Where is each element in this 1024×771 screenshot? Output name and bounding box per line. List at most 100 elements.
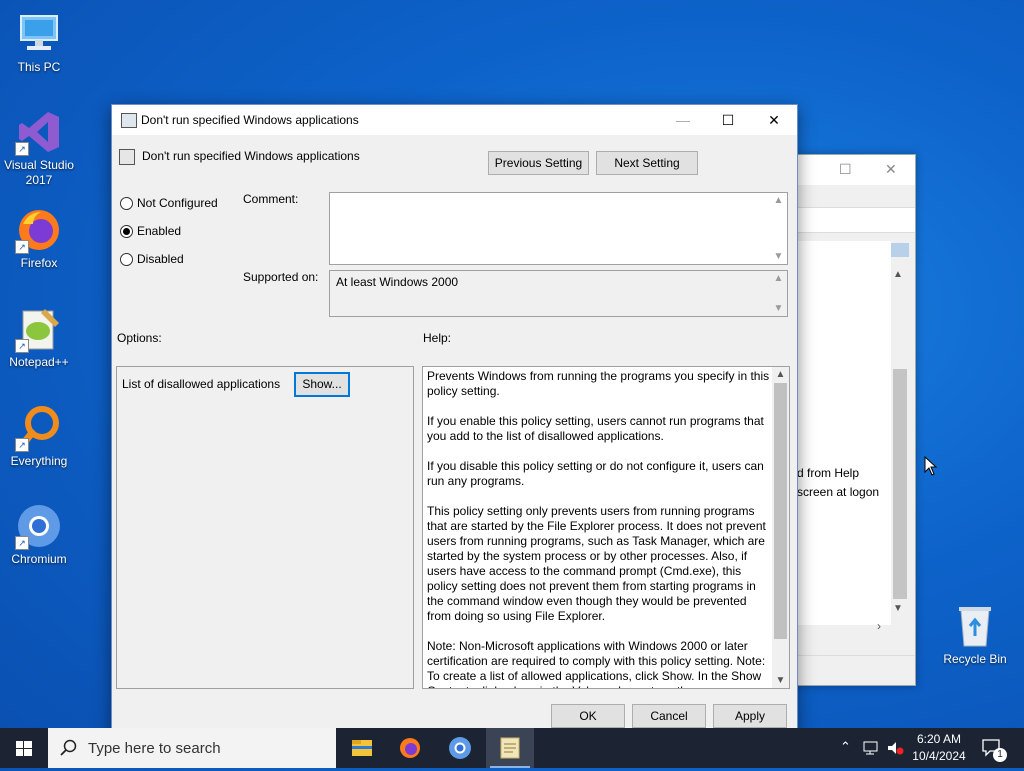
taskbar-chromium[interactable] bbox=[436, 728, 484, 768]
radio-circle[interactable] bbox=[120, 225, 133, 239]
chromium-icon: ↗ bbox=[15, 502, 63, 550]
shortcut-arrow-icon: ↗ bbox=[15, 339, 29, 353]
ok-button[interactable]: OK bbox=[551, 704, 625, 728]
volume-muted-icon[interactable] bbox=[886, 740, 906, 756]
desktop-icon-label: Everything bbox=[10, 454, 68, 468]
mouse-cursor-icon bbox=[924, 456, 938, 476]
system-tray: ⌃ bbox=[838, 728, 918, 768]
options-label: Options: bbox=[117, 331, 162, 345]
radio-disabled[interactable]: Disabled bbox=[120, 252, 184, 267]
firefox-icon bbox=[400, 738, 420, 758]
notification-center-button[interactable]: 1 bbox=[976, 728, 1016, 768]
maximize-button[interactable]: ☐ bbox=[705, 105, 751, 135]
policy-dialog[interactable]: Don't run specified Windows applications… bbox=[111, 104, 798, 742]
scroll-up-icon[interactable]: ▲ bbox=[770, 273, 787, 284]
chromium-icon bbox=[449, 737, 471, 759]
setting-header-title: Don't run specified Windows applications bbox=[142, 149, 360, 163]
supported-scrollbar[interactable]: ▲ ▼ bbox=[770, 271, 787, 316]
notepadpp-icon: ↗ bbox=[15, 305, 63, 353]
desktop-icon-firefox[interactable]: ↗ Firefox bbox=[1, 206, 77, 271]
clock-time: 6:20 AM bbox=[916, 732, 962, 746]
minimize-button[interactable]: — bbox=[660, 105, 706, 135]
desktop-icon-everything[interactable]: ↗ Everything bbox=[1, 404, 77, 469]
scroll-right-icon[interactable]: › bbox=[877, 619, 881, 633]
background-window-text-pane: d from Help screen at logon bbox=[797, 241, 891, 625]
everything-search-icon: ↗ bbox=[15, 404, 63, 452]
desktop-icon-label: Notepad++ bbox=[9, 355, 69, 369]
radio-circle[interactable] bbox=[120, 197, 133, 211]
chevron-up-icon[interactable]: ⌃ bbox=[840, 739, 851, 755]
shortcut-arrow-icon: ↗ bbox=[15, 438, 29, 452]
help-paragraph: If you enable this policy setting, users… bbox=[427, 414, 764, 443]
comment-label: Comment: bbox=[243, 192, 299, 206]
desktop-icon-visual-studio[interactable]: ↗ Visual Studio 2017 bbox=[1, 108, 77, 188]
scroll-down-icon[interactable]: ▼ bbox=[770, 251, 787, 262]
desktop-icon-recycle-bin[interactable]: Recycle Bin bbox=[937, 602, 1013, 667]
options-panel: List of disallowed applications Show... bbox=[116, 366, 414, 689]
notification-badge: 1 bbox=[993, 748, 1007, 762]
scroll-down-icon[interactable]: ▼ bbox=[772, 675, 789, 686]
desktop-icon-chromium[interactable]: ↗ Chromium bbox=[1, 502, 77, 567]
radio-label: Not Configured bbox=[137, 196, 218, 210]
background-window-toolbar bbox=[797, 207, 915, 233]
next-setting-button[interactable]: Next Setting bbox=[596, 151, 698, 175]
maximize-icon[interactable]: ☐ bbox=[839, 161, 852, 178]
help-scrollbar[interactable]: ▲ ▼ bbox=[772, 367, 789, 688]
desktop-icon-label: Firefox bbox=[20, 256, 58, 270]
dialog-title: Don't run specified Windows applications bbox=[141, 113, 359, 127]
radio-not-configured[interactable]: Not Configured bbox=[120, 196, 218, 211]
show-button[interactable]: Show... bbox=[294, 372, 350, 397]
background-window-scroll-thumb[interactable] bbox=[893, 369, 907, 599]
computer-icon bbox=[15, 10, 63, 58]
help-label: Help: bbox=[423, 331, 452, 345]
comment-field[interactable]: ▲ ▼ bbox=[329, 192, 788, 265]
desktop-icon-label: Visual Studio 2017 bbox=[4, 158, 74, 187]
background-window[interactable]: ☐ ✕ d from Help screen at logon ▲ ▼ › bbox=[796, 154, 916, 686]
background-window-statusbar bbox=[797, 655, 915, 682]
supported-on-field: At least Windows 2000 ▲ ▼ bbox=[329, 270, 788, 317]
help-paragraph: Note: Non-Microsoft applications with Wi… bbox=[427, 639, 766, 688]
close-button[interactable]: ✕ bbox=[751, 105, 797, 135]
close-icon[interactable]: ✕ bbox=[885, 161, 897, 178]
firefox-icon: ↗ bbox=[15, 206, 63, 254]
scroll-up-icon[interactable]: ▲ bbox=[772, 369, 789, 380]
background-window-text-line: d from Help bbox=[797, 466, 860, 480]
clock-date: 10/4/2024 bbox=[912, 749, 966, 763]
start-button[interactable] bbox=[0, 728, 48, 768]
file-explorer-icon bbox=[352, 740, 372, 756]
network-icon[interactable] bbox=[862, 740, 880, 756]
cancel-button[interactable]: Cancel bbox=[632, 704, 706, 728]
previous-setting-button[interactable]: Previous Setting bbox=[488, 151, 589, 175]
background-window-titlebar: ☐ ✕ bbox=[797, 155, 915, 185]
apply-button[interactable]: Apply bbox=[713, 704, 787, 728]
desktop-icon-label: Chromium bbox=[11, 552, 67, 566]
comment-scrollbar[interactable]: ▲ ▼ bbox=[770, 193, 787, 264]
scroll-down-icon[interactable]: ▼ bbox=[770, 303, 787, 314]
policy-setting-icon bbox=[121, 113, 137, 128]
windows-logo-icon bbox=[16, 741, 32, 756]
radio-circle[interactable] bbox=[120, 253, 133, 267]
taskbar-clock[interactable]: 6:20 AM 10/4/2024 bbox=[908, 728, 970, 768]
shortcut-arrow-icon: ↗ bbox=[15, 142, 29, 156]
scroll-down-icon[interactable]: ▼ bbox=[893, 603, 903, 614]
scroll-up-icon[interactable]: ▲ bbox=[893, 269, 903, 280]
dialog-titlebar[interactable]: Don't run specified Windows applications… bbox=[112, 105, 797, 135]
taskbar-firefox[interactable] bbox=[386, 728, 434, 768]
recycle-bin-icon bbox=[951, 602, 999, 650]
radio-enabled[interactable]: Enabled bbox=[120, 224, 181, 239]
taskbar: Type here to search ⌃ 6:20 AM 10/4/2024 … bbox=[0, 728, 1024, 768]
help-panel[interactable]: Prevents Windows from running the progra… bbox=[422, 366, 790, 689]
background-window-text-line: screen at logon bbox=[797, 485, 880, 499]
help-paragraph: This policy setting only prevents users … bbox=[427, 504, 766, 623]
policy-setting-icon bbox=[119, 149, 135, 165]
taskbar-search-box[interactable]: Type here to search bbox=[48, 728, 336, 768]
desktop-icon-label: This PC bbox=[17, 60, 61, 74]
desktop-icon-this-pc[interactable]: This PC bbox=[1, 10, 77, 75]
desktop-icon-label: Recycle Bin bbox=[943, 652, 1007, 666]
taskbar-group-policy[interactable] bbox=[486, 728, 534, 768]
help-scroll-thumb[interactable] bbox=[774, 383, 787, 639]
desktop-icon-notepadpp[interactable]: ↗ Notepad++ bbox=[1, 305, 77, 370]
taskbar-file-explorer[interactable] bbox=[338, 728, 386, 768]
search-icon bbox=[60, 739, 77, 756]
scroll-up-icon[interactable]: ▲ bbox=[770, 195, 787, 206]
